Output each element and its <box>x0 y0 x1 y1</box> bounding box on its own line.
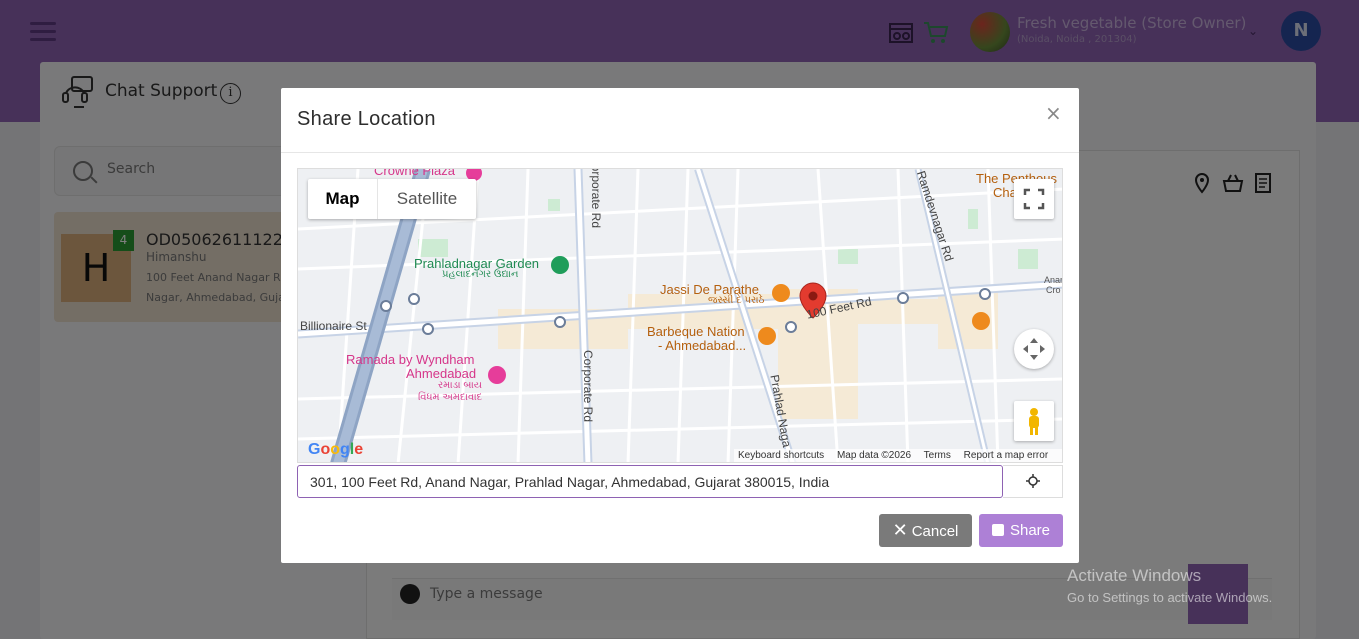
google-logo: Google <box>308 441 364 458</box>
map-type-control: Map Satellite <box>308 179 476 219</box>
map-attribution: Keyboard shortcuts Map data ©2026 Terms … <box>734 449 1062 462</box>
poi-anand-cross: Anan <box>1044 275 1063 285</box>
road-corporate-bottom: Corporate Rd <box>581 349 596 423</box>
map-view[interactable]: Crowne Plaza Prahladnagar Garden પ્રહલાદ… <box>297 168 1063 463</box>
share-location-modal: Share Location × Crowne Plaza Prahladnag… <box>281 88 1079 563</box>
fullscreen-icon[interactable] <box>1014 179 1054 219</box>
save-icon <box>991 524 1004 536</box>
poi-ramada-gu-2: વિંધમ અમદાવાદ <box>418 392 483 403</box>
windows-watermark-text: Go to Settings to activate Windows. <box>1067 590 1273 605</box>
terms-link[interactable]: Terms <box>924 450 951 461</box>
cancel-label: Cancel <box>911 523 959 540</box>
poi-ramada-gu-1: રમાડા બાય <box>438 380 483 391</box>
address-input[interactable] <box>297 465 1003 498</box>
keyboard-shortcuts-link[interactable]: Keyboard shortcuts <box>738 450 824 461</box>
windows-watermark-title: Activate Windows <box>1067 566 1202 585</box>
cancel-button[interactable]: ✕ Cancel <box>879 514 972 547</box>
close-icon: ✕ <box>892 520 908 540</box>
poi-jassi-de-parathe-gu: જસ્સી દે પરાઠે <box>708 295 765 306</box>
modal-divider <box>281 152 1079 153</box>
modal-title: Share Location <box>297 108 436 130</box>
map-type-satellite[interactable]: Satellite <box>378 179 476 219</box>
poi-prahladnagar-garden-gu: પ્રહલાદનગર ઉદ્યાન <box>442 269 519 280</box>
crosshair-icon <box>1025 474 1040 488</box>
poi-anand-cross-line2: Cro <box>1046 285 1061 295</box>
road-corporate-top: Corporate Rd <box>589 168 604 229</box>
camera-control-icon[interactable] <box>1014 329 1054 369</box>
share-label: Share <box>1009 522 1051 539</box>
poi-ramada-line2: Ahmedabad <box>406 366 477 381</box>
share-button[interactable]: Share <box>979 514 1063 547</box>
map-data-text: Map data ©2026 <box>836 450 912 461</box>
locate-me-button[interactable] <box>1003 465 1063 498</box>
close-icon[interactable]: × <box>1045 101 1062 125</box>
report-map-error-link[interactable]: Report a map error <box>964 450 1048 461</box>
street-view-pegman-icon[interactable] <box>1014 401 1054 441</box>
poi-barbeque-nation[interactable]: Barbeque Nation <box>647 324 745 339</box>
map-type-map[interactable]: Map <box>308 179 378 219</box>
road-billionaire-st: Billionaire St <box>300 319 367 333</box>
poi-crowne-plaza[interactable]: Crowne Plaza <box>374 169 455 178</box>
poi-ramada[interactable]: Ramada by Wyndham <box>346 352 475 367</box>
poi-barbeque-nation-line2: - Ahmedabad... <box>658 338 747 353</box>
